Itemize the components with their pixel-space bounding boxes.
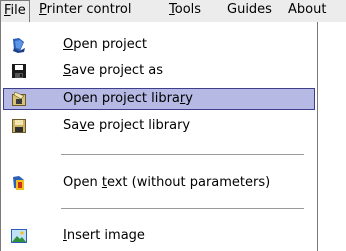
menu-guides[interactable]: Guides [227, 0, 272, 22]
menu-about[interactable]: About [288, 0, 326, 22]
application-window: File Printer control Tools Guides About … [0, 0, 346, 251]
menu-separator [61, 154, 304, 155]
menu-item-label: Open project library [63, 91, 193, 106]
insert-image-icon [10, 227, 28, 245]
menu-separator [61, 208, 304, 209]
menu-item-label: Open text (without parameters) [63, 175, 271, 190]
menu-item-save-project-library[interactable]: Save project library [3, 115, 315, 137]
file-dropdown-menu: Open project Save project as Open projec… [0, 22, 318, 251]
menu-item-open-project[interactable]: Open project [3, 34, 315, 56]
menu-item-insert-image[interactable]: Insert image [3, 225, 315, 247]
menu-item-label: Save project as [63, 63, 164, 78]
save-library-icon [10, 117, 28, 135]
menu-item-save-project-as[interactable]: Save project as [3, 60, 315, 82]
menu-tools[interactable]: Tools [169, 0, 201, 22]
open-folder-icon [10, 36, 28, 54]
menubar: File Printer control Tools Guides About [0, 0, 346, 22]
floppy-disk-icon [10, 62, 28, 80]
menu-item-open-text[interactable]: Open text (without parameters) [3, 172, 315, 194]
menu-item-open-project-library[interactable]: Open project library [3, 88, 315, 110]
menu-item-label: Open project [63, 37, 147, 52]
open-library-icon [10, 90, 28, 108]
open-text-icon [10, 174, 28, 192]
menu-item-label: Insert image [63, 228, 145, 243]
menu-file[interactable]: File [0, 0, 30, 22]
menu-printer-control[interactable]: Printer control [39, 0, 131, 22]
menu-item-label: Save project library [63, 118, 191, 133]
